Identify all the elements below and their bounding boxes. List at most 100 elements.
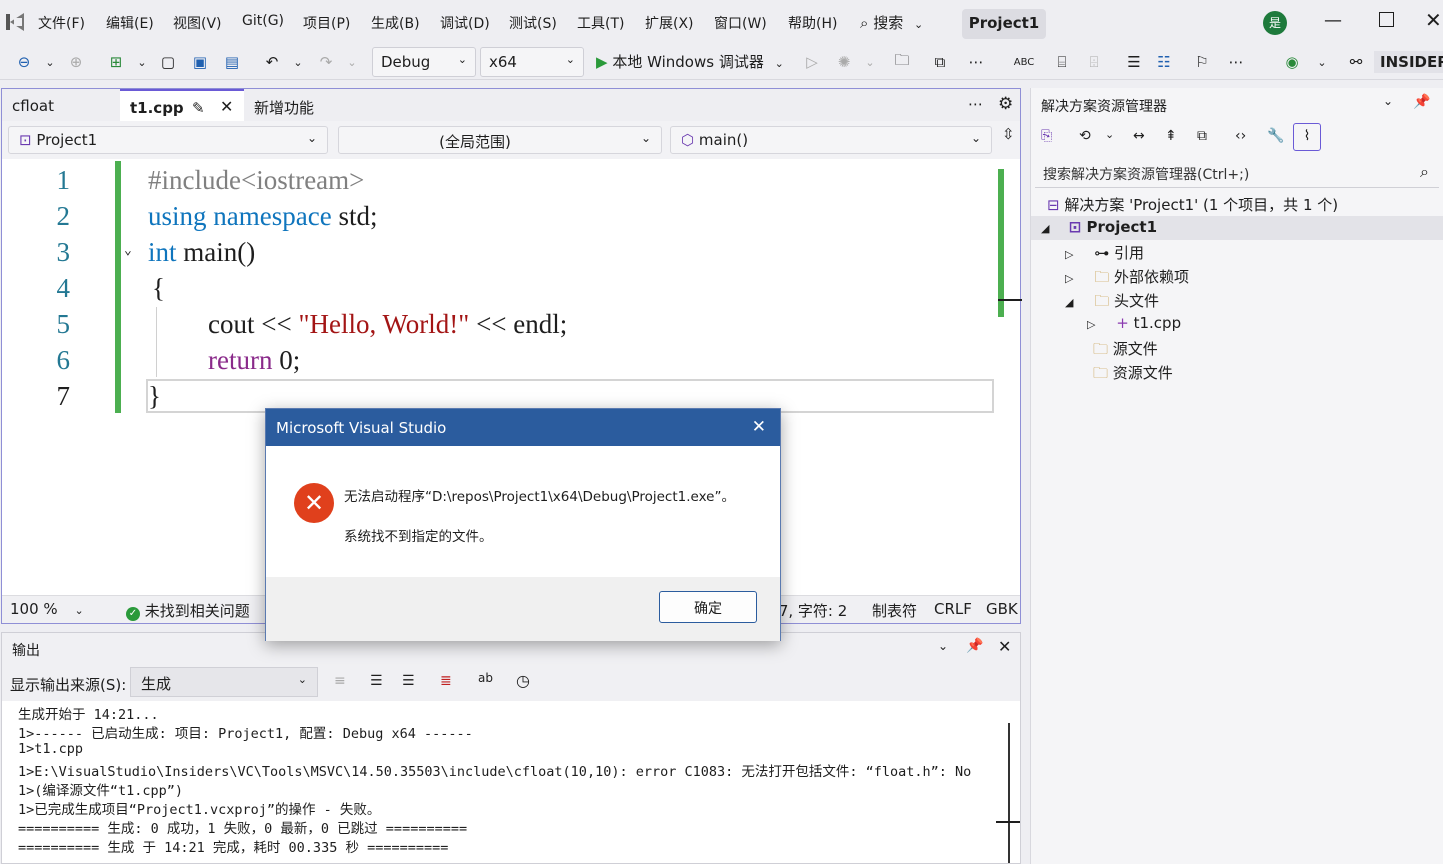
tab-whats-new[interactable]: 新增功能 [244,89,354,121]
close-icon[interactable]: ✕ [998,637,1011,656]
pin-icon[interactable]: 📌 [1413,94,1430,110]
bookmark-icon[interactable]: ⚐ [1192,52,1212,72]
comment-icon[interactable]: ⌸ [1052,52,1072,72]
redo-icon[interactable]: ↷ [316,52,336,72]
show-all-files-icon[interactable]: ⧉ [1197,128,1207,144]
menu-test[interactable]: 测试(S) [509,13,557,33]
more-icon[interactable]: ⋯ [968,95,983,113]
expand-icon[interactable]: ▷ [1087,318,1095,331]
chevron-down-icon[interactable]: ⌄ [288,52,308,72]
view-code-icon[interactable]: ‹› [1235,128,1246,144]
chevron-down-icon[interactable]: ⌄ [938,639,948,653]
chevron-down-icon[interactable]: ⌄ [342,52,362,72]
line-ending[interactable]: CRLF [934,600,972,618]
forward-icon[interactable]: ⊕ [66,52,86,72]
menu-project[interactable]: 项目(P) [303,13,350,33]
collapse-icon[interactable]: ◢ [1065,296,1073,309]
clear-all-icon[interactable]: ≣ [440,673,452,689]
tab-cfloat[interactable]: cfloat [2,89,120,121]
scrollbar-thumb[interactable] [998,299,1022,301]
tree-item-external-deps[interactable]: ▷ 🗀 外部依赖项 [1065,266,1189,292]
more-icon[interactable]: ⋯ [1226,52,1246,72]
sync-icon[interactable]: ↔ [1133,128,1145,144]
gear-icon[interactable]: ⚙ [998,94,1013,114]
start-debug-button[interactable]: ▶ 本地 Windows 调试器 ⌄ [596,51,784,72]
collapse-icon[interactable]: ⌄ [124,243,132,258]
hot-reload-icon[interactable]: ✺ [834,52,854,72]
solution-root[interactable]: ⊟ 解决方案 'Project1' (1 个项目，共 1 个) [1047,194,1338,215]
menu-tools[interactable]: 工具(T) [577,13,624,33]
back-icon[interactable]: ⊖ [14,52,34,72]
solution-search-input[interactable]: 搜索解决方案资源管理器(Ctrl+;) ⌕ [1035,158,1439,188]
scrollbar[interactable] [998,169,1004,317]
menu-build[interactable]: 生成(B) [371,13,420,33]
menu-extensions[interactable]: 扩展(X) [645,13,694,33]
chevron-down-icon[interactable]: ⌄ [1105,128,1114,141]
tab-t1-cpp[interactable]: t1.cpp ✎ ✕ [120,89,244,121]
uncomment-icon[interactable]: ⌹ [1084,52,1104,72]
menu-debug[interactable]: 调试(D) [440,13,490,33]
new-project-icon[interactable]: ⊞ [106,52,126,72]
global-search[interactable]: ⌕ 搜索 ⌄ [860,12,923,33]
clock-icon[interactable]: ◷ [516,671,530,690]
ok-button[interactable]: 确定 [659,591,757,623]
open-file-icon[interactable]: ▢ [158,52,178,72]
output-source-select[interactable]: 生成 ⌄ [130,667,318,697]
chevron-down-icon[interactable]: ⌄ [1312,52,1332,72]
tree-item-header-files[interactable]: ◢ 🗀 头文件 [1065,290,1159,316]
save-icon[interactable]: ▣ [190,52,210,72]
issues-indicator[interactable]: ✓ 未找到相关问题 [126,600,250,621]
menu-edit[interactable]: 编辑(E) [106,13,154,33]
avatar[interactable]: 是 [1263,11,1287,35]
menu-window[interactable]: 窗口(W) [714,13,767,33]
expand-icon[interactable]: ▷ [1065,272,1073,285]
undo-icon[interactable]: ↶ [262,52,282,72]
chevron-down-icon[interactable]: ⌄ [1383,94,1393,108]
menu-help[interactable]: 帮助(H) [788,13,837,33]
copilot-icon[interactable]: ◉ [1282,52,1302,72]
share-icon[interactable]: ⚯ [1346,52,1366,72]
history-icon[interactable]: ⟲ [1079,128,1091,144]
config-select[interactable]: Debug ⌄ [372,47,476,77]
project-dropdown[interactable]: ⊡ Project1 ⌄ [8,126,328,154]
member-dropdown[interactable]: ⬡ main() ⌄ [670,126,992,154]
switch-views-icon[interactable]: ⎘ [1041,128,1052,144]
more-icon[interactable]: ⋯ [966,52,986,72]
indent-icon[interactable]: ☰ [1124,52,1144,72]
tree-item-references[interactable]: ▷ ⊶ 引用 [1065,242,1144,263]
folder-search-icon[interactable]: 🗀 [892,51,912,72]
tree-item-t1-cpp[interactable]: ▷ + t1.cpp [1087,314,1181,332]
tree-item-source-files[interactable]: 🗀 源文件 [1093,338,1158,364]
spell-check-icon[interactable]: ABC [1014,52,1035,72]
chevron-down-icon[interactable]: ⌄ [132,52,152,72]
properties-icon[interactable]: 🔧 [1267,128,1284,144]
word-wrap-icon[interactable]: ab [478,671,493,685]
scrollbar-thumb[interactable] [996,821,1020,823]
maximize-icon[interactable] [1379,12,1394,27]
collapse-icon[interactable]: ◢ [1041,222,1049,235]
collapse-all-icon[interactable]: ⇞ [1165,128,1177,144]
prev-message-icon[interactable]: ☰ [370,673,383,689]
menu-file[interactable]: 文件(F) [38,13,85,33]
chevron-down-icon[interactable]: ⌄ [860,52,880,72]
pin-icon[interactable]: 📌 [966,638,983,654]
expand-icon[interactable]: ▷ [1065,248,1073,261]
file-encoding[interactable]: GBK [986,600,1018,618]
chevron-down-icon[interactable]: ⌄ [40,52,60,72]
pin-icon[interactable]: ✎ [192,99,205,117]
save-all-icon[interactable]: ▤ [222,52,242,72]
close-icon[interactable]: ✕ [220,97,233,116]
outdent-icon[interactable]: ☷ [1154,52,1174,72]
platform-select[interactable]: x64 ⌄ [480,47,584,77]
tree-project[interactable]: ◢ ⊡ Project1 [1031,216,1443,240]
menu-git[interactable]: Git(G) [242,13,284,29]
split-icon[interactable]: ⇳ [1002,125,1015,143]
minimize-icon[interactable]: — [1324,10,1342,31]
next-message-icon[interactable]: ☰ [402,673,415,689]
find-message-icon[interactable]: ≡ [334,673,346,689]
live-share-icon[interactable]: ⧉ [930,52,950,72]
close-window-icon[interactable]: ✕ [1425,8,1442,32]
menu-view[interactable]: 视图(V) [173,13,222,33]
scrollbar[interactable] [1008,723,1010,863]
zoom-select[interactable]: 100 % ⌄ [10,600,84,618]
